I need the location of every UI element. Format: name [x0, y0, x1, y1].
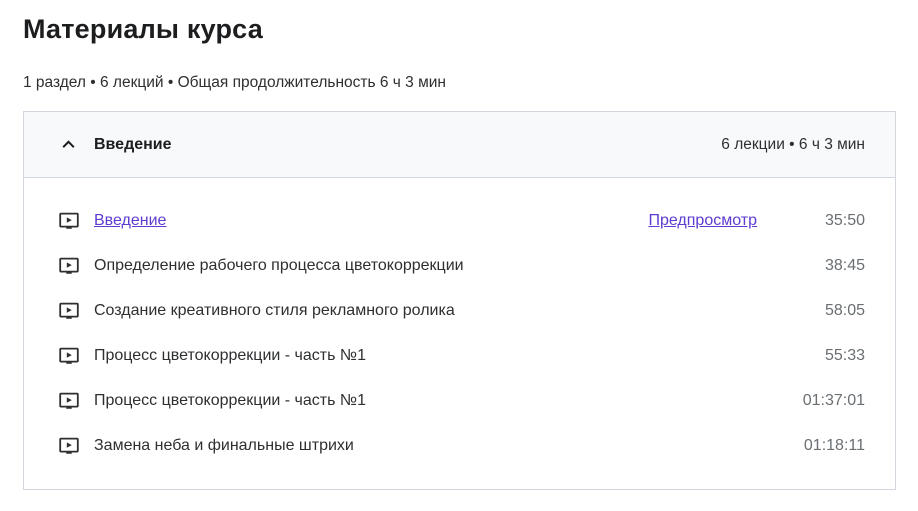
- lecture-row: Введение Предпросмотр 35:50: [57, 198, 865, 243]
- lecture-title: Создание креативного стиля рекламного ро…: [94, 301, 455, 319]
- lecture-duration: 35:50: [824, 211, 865, 229]
- section-meta: 6 лекции • 6 ч 3 мин: [721, 135, 865, 153]
- lecture-title: Процесс цветокоррекции - часть №1: [94, 346, 366, 364]
- lecture-row: Определение рабочего процесса цветокорре…: [57, 243, 865, 288]
- lecture-row: Процесс цветокоррекции - часть №1 55:33: [57, 333, 865, 378]
- lecture-row-right: 01:37:01: [797, 392, 865, 410]
- chevron-up-icon: [62, 140, 75, 148]
- video-lecture-icon: [59, 437, 79, 454]
- lecture-row-right: 55:33: [797, 347, 865, 365]
- lecture-title: Определение рабочего процесса цветокорре…: [94, 256, 464, 274]
- lecture-row: Создание креативного стиля рекламного ро…: [57, 288, 865, 333]
- page-title: Материалы курса: [23, 14, 263, 44]
- preview-link[interactable]: Предпросмотр: [648, 212, 757, 230]
- lecture-duration: 01:37:01: [802, 391, 865, 409]
- lecture-duration: 55:33: [824, 346, 865, 364]
- course-content-page: Материалы курса 1 раздел • 6 лекций • Об…: [0, 0, 918, 490]
- lecture-duration: 01:18:11: [803, 436, 865, 454]
- lecture-row-right: 01:18:11: [797, 437, 865, 455]
- lecture-row-right: Предпросмотр 35:50: [648, 212, 865, 230]
- lecture-row: Замена неба и финальные штрихи 01:18:11: [57, 423, 865, 468]
- lecture-duration: 58:05: [824, 301, 865, 319]
- video-lecture-icon: [59, 212, 79, 229]
- lecture-row-right: 38:45: [797, 257, 865, 275]
- section-panel: Введение 6 лекции • 6 ч 3 мин Введение П…: [23, 111, 896, 490]
- video-lecture-icon: [59, 392, 79, 409]
- lecture-title[interactable]: Введение: [94, 212, 166, 230]
- section-header[interactable]: Введение 6 лекции • 6 ч 3 мин: [24, 112, 895, 178]
- video-lecture-icon: [59, 257, 79, 274]
- lecture-title: Процесс цветокоррекции - часть №1: [94, 391, 366, 409]
- lecture-row-right: 58:05: [797, 302, 865, 320]
- video-lecture-icon: [59, 302, 79, 319]
- lecture-list: Введение Предпросмотр 35:50 Определение …: [24, 178, 895, 489]
- lecture-duration: 38:45: [824, 256, 865, 274]
- section-title: Введение: [94, 135, 172, 153]
- lecture-title: Замена неба и финальные штрихи: [94, 436, 354, 454]
- course-summary: 1 раздел • 6 лекций • Общая продолжитель…: [23, 74, 446, 91]
- lecture-row: Процесс цветокоррекции - часть №1 01:37:…: [57, 378, 865, 423]
- video-lecture-icon: [59, 347, 79, 364]
